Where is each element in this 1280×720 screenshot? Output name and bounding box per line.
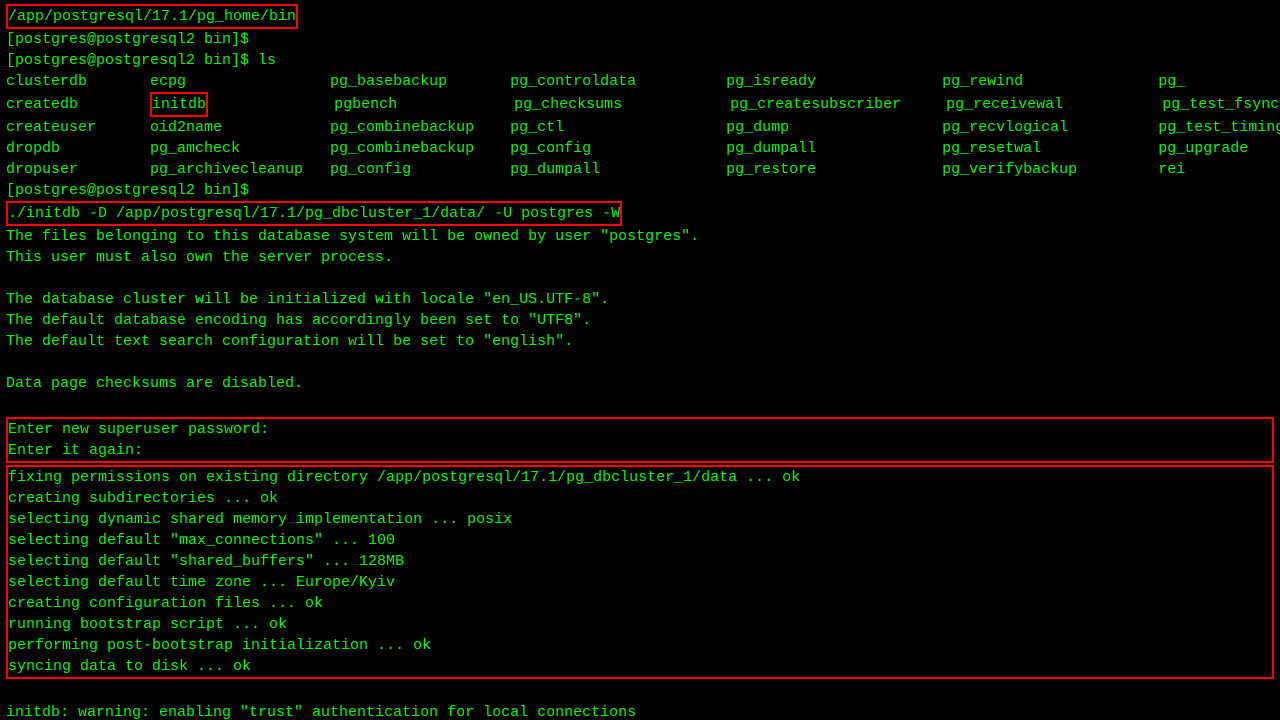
info-line-2: This user must also own the server proce… [6,247,1274,268]
info-line-8: Data page checksums are disabled. [6,373,1274,394]
terminal: /app/postgresql/17.1/pg_home/bin [postgr… [0,0,1280,720]
output-line-9: performing post-bootstrap initialization… [8,635,1272,656]
prompt-line-1: [postgres@postgresql2 bin]$ [6,29,1274,50]
blank-line-1 [6,681,1274,702]
info-line-7 [6,352,1274,373]
path-highlight: /app/postgresql/17.1/pg_home/bin [6,4,298,29]
output-line-1: fixing permissions on existing directory… [8,467,1272,488]
initdb-command-highlight: ./initdb -D /app/postgresql/17.1/pg_dbcl… [6,201,622,226]
info-line-1: The files belonging to this database sys… [6,226,1274,247]
info-line-9 [6,394,1274,415]
ls-row-3: createuser oid2name pg_combinebackup pg_… [6,117,1274,138]
ls-row-1: clusterdb ecpg pg_basebackup pg_controld… [6,71,1274,92]
output-line-10: syncing data to disk ... ok [8,656,1272,677]
initdb-command-line: ./initdb -D /app/postgresql/17.1/pg_dbcl… [6,201,1274,226]
ls-command-line: [postgres@postgresql2 bin]$ ls [6,50,1274,71]
init-output-block: fixing permissions on existing directory… [6,465,1274,679]
output-line-2: creating subdirectories ... ok [8,488,1272,509]
warning-line-1: initdb: warning: enabling "trust" authen… [6,702,1274,720]
info-line-3 [6,268,1274,289]
prompt-line-2: [postgres@postgresql2 bin]$ [6,180,1274,201]
output-line-3: selecting dynamic shared memory implemen… [8,509,1272,530]
info-line-4: The database cluster will be initialized… [6,289,1274,310]
ls-row-5: dropuser pg_archivecleanup pg_config pg_… [6,159,1274,180]
password-prompt-block: Enter new superuser password: Enter it a… [6,417,1274,463]
ls-row-4: dropdb pg_amcheck pg_combinebackup pg_co… [6,138,1274,159]
initdb-highlight: initdb [150,92,208,117]
output-line-7: creating configuration files ... ok [8,593,1272,614]
output-line-4: selecting default "max_connections" ... … [8,530,1272,551]
password-prompt-line-2: Enter it again: [8,440,1272,461]
password-prompt-line-1: Enter new superuser password: [8,419,1272,440]
info-line-6: The default text search configuration wi… [6,331,1274,352]
output-line-5: selecting default "shared_buffers" ... 1… [8,551,1272,572]
ls-row-2: createdb initdb pgbench pg_checksums pg_… [6,92,1274,117]
info-line-5: The default database encoding has accord… [6,310,1274,331]
output-line-6: selecting default time zone ... Europe/K… [8,572,1272,593]
output-line-8: running bootstrap script ... ok [8,614,1272,635]
path-line: /app/postgresql/17.1/pg_home/bin [6,4,1274,29]
